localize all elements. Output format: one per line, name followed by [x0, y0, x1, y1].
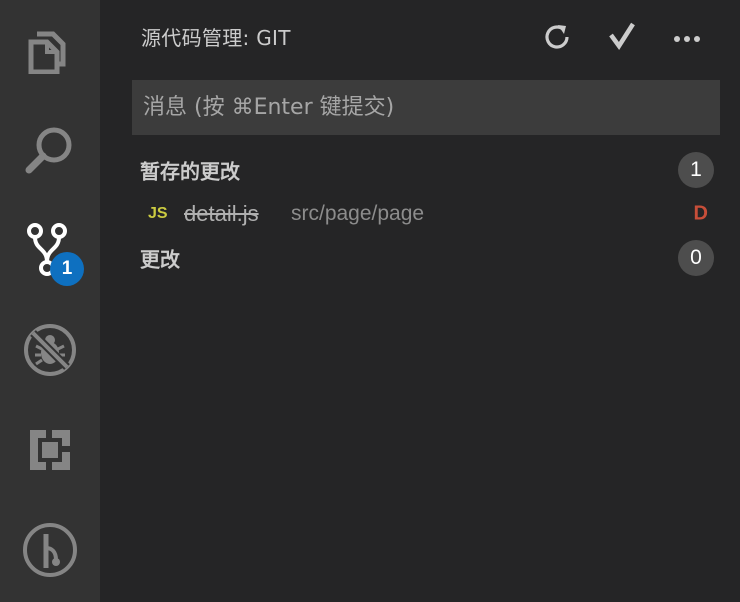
js-file-icon: JS [148, 205, 168, 222]
refresh-button[interactable] [537, 18, 577, 58]
staged-changes-label: 暂存的更改 [140, 159, 240, 184]
file-status-deleted: D [693, 202, 708, 225]
activity-debug[interactable] [0, 300, 100, 400]
activity-git-graph[interactable] [0, 500, 100, 600]
activity-explorer[interactable] [0, 0, 100, 100]
source-control-badge: 1 [50, 252, 84, 286]
staged-count-badge: 1 [678, 152, 714, 188]
refresh-icon [543, 22, 571, 54]
commit-button[interactable] [602, 18, 642, 58]
commit-message-input[interactable] [132, 80, 720, 135]
changes-group[interactable]: 更改 0 [100, 236, 740, 280]
extensions-icon [26, 426, 74, 474]
panel-header: 源代码管理: GIT [100, 0, 740, 72]
files-icon [27, 26, 73, 74]
activity-bar: 1 [0, 0, 100, 602]
staged-changes-group[interactable]: 暂存的更改 1 [100, 148, 740, 192]
search-icon [24, 124, 76, 176]
panel-title: 源代码管理: GIT [141, 26, 291, 50]
debug-disabled-icon [22, 322, 78, 378]
file-path: src/page/page [291, 202, 425, 225]
more-actions-button[interactable] [667, 18, 707, 58]
staged-file-row[interactable]: JS detail.js src/page/page D [100, 192, 740, 236]
git-graph-icon [22, 522, 78, 578]
source-control-panel: 源代码管理: GIT 消息 (按 ⌘Enter 键提交) 暂存的更改 1 JS … [100, 0, 740, 602]
activity-search[interactable] [0, 100, 100, 200]
check-icon [608, 22, 636, 54]
changes-count-badge: 0 [678, 240, 714, 276]
activity-source-control[interactable]: 1 [0, 200, 100, 300]
file-name: detail.js [184, 201, 259, 226]
activity-extensions[interactable] [0, 400, 100, 500]
ellipsis-icon [673, 29, 701, 48]
changes-label: 更改 [140, 247, 180, 272]
